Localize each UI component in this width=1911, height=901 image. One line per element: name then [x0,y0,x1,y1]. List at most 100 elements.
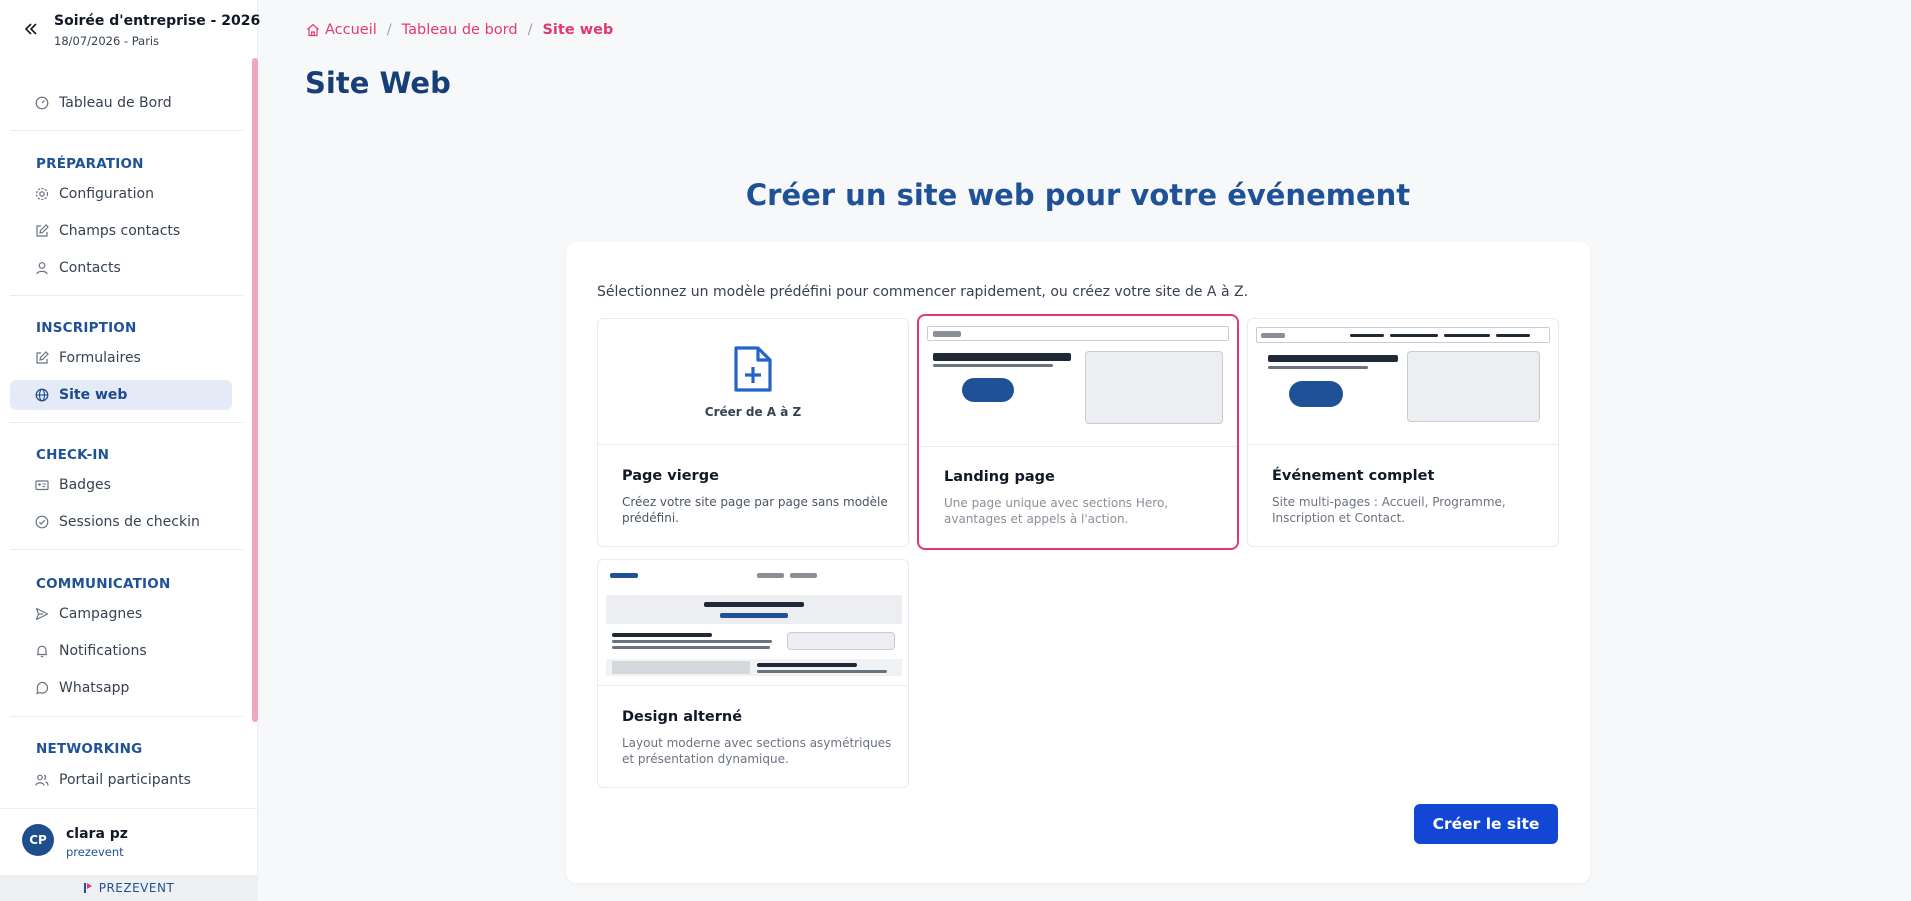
template-preview [1248,319,1558,445]
template-description: Layout moderne avec sections asymétrique… [622,736,892,766]
preview-text-line [612,640,772,643]
preview-text-line [612,633,712,637]
avatar: CP [22,824,54,856]
preview-nav-item [1350,334,1384,337]
sidebar-item-label: Site web [59,387,128,403]
sidebar-item-label: Tableau de Bord [59,95,172,111]
sidebar-item-badges[interactable]: Badges [10,470,232,500]
hero-title: Créer un site web pour votre événement [745,178,1411,212]
check-circle-icon [35,515,49,529]
sidebar-item-label: Whatsapp [59,680,130,696]
breadcrumb: Accueil / Tableau de bord / Site web [306,22,613,38]
preview-hero-accent [720,613,788,618]
preview-subheading [933,364,1053,367]
template-preview [598,560,908,686]
preview-logo [933,331,961,337]
sidebar-item-label: Portail participants [59,772,191,788]
template-landing-page[interactable]: Landing page Une page unique avec sectio… [917,314,1239,550]
gear-icon [35,187,49,201]
breadcrumb-home-label: Accueil [325,22,377,38]
globe-icon [35,388,49,402]
sidebar-item-notifications[interactable]: Notifications [10,636,232,666]
sidebar-scrollbar[interactable] [252,58,258,722]
sidebar-item-site-web[interactable]: Site web [10,380,232,410]
preview-heading [1268,355,1398,362]
sidebar-nav: Tableau de Bord PRÉPARATION Configuratio… [0,58,258,808]
user-profile[interactable]: CP clara pz prezevent [0,808,258,875]
sidebar-item-sessions-checkin[interactable]: Sessions de checkin [10,507,232,537]
divider [10,422,243,423]
event-subtitle: 18/07/2026 - Paris [54,34,160,48]
blank-page-preview-label: Créer de A à Z [704,405,802,419]
gauge-icon [35,96,49,110]
sidebar-item-label: Formulaires [59,350,141,366]
intro-text: Sélectionnez un modèle prédéfini pour co… [597,284,1249,300]
sidebar-item-dashboard[interactable]: Tableau de Bord [10,88,232,118]
breadcrumb-separator: / [527,22,533,38]
preview-image [1407,351,1540,422]
sidebar-item-label: Configuration [59,186,154,202]
prezevent-logo-icon [83,883,92,893]
section-preparation: PRÉPARATION [36,156,144,172]
sidebar-item-label: Champs contacts [59,223,181,239]
send-icon [35,607,49,621]
sidebar-item-campagnes[interactable]: Campagnes [10,599,232,629]
divider [10,130,243,131]
sidebar-item-contacts[interactable]: Contacts [10,253,232,283]
collapse-sidebar-button[interactable] [20,18,42,40]
edit-icon [35,351,49,365]
bell-icon [35,644,49,658]
template-picker-card: Sélectionnez un modèle prédéfini pour co… [566,242,1590,883]
sidebar-item-label: Campagnes [59,606,143,622]
user-icon [35,261,49,275]
section-networking: NETWORKING [36,741,143,757]
sidebar-item-champs-contacts[interactable]: Champs contacts [10,216,232,246]
brand-footer: PREZEVENT [0,875,258,901]
template-full-event[interactable]: Événement complet Site multi-pages : Acc… [1247,318,1559,547]
preview-nav-item [790,573,817,578]
breadcrumb-dashboard[interactable]: Tableau de bord [402,22,518,38]
breadcrumb-separator: / [386,22,392,38]
breadcrumb-current: Site web [542,22,614,38]
template-preview [919,316,1237,447]
preview-hero-band [606,595,902,624]
sidebar-header: Soirée d'entreprise - 2026 18/07/2026 - … [0,0,261,58]
preview-nav-item [1444,334,1490,337]
sidebar-item-formulaires[interactable]: Formulaires [10,343,232,373]
sidebar-item-label: Contacts [59,260,121,276]
preview-text-line [612,646,770,649]
preview-cta [962,378,1014,402]
preview-header-bar [927,326,1229,341]
preview-text-line [757,663,857,667]
sidebar-item-portail-participants[interactable]: Portail participants [10,765,232,795]
preview-image [612,661,750,674]
page-title: Site Web [305,66,451,100]
section-inscription: INSCRIPTION [36,320,137,336]
create-site-button[interactable]: Créer le site [1414,804,1558,844]
preview-image [787,632,895,650]
sidebar-item-whatsapp[interactable]: Whatsapp [10,673,232,703]
id-card-icon [35,478,49,492]
preview-nav-item [1390,334,1438,337]
template-description: Créez votre site page par page sans modè… [622,495,888,525]
divider [10,295,243,296]
preview-heading [933,353,1071,361]
preview-subheading [1268,366,1368,369]
home-icon [307,23,319,37]
template-alternate-design[interactable]: Design alterné Layout moderne avec secti… [597,559,909,788]
preview-cta [1289,381,1343,407]
divider [10,549,243,550]
breadcrumb-home[interactable]: Accueil [306,22,377,38]
sidebar-item-label: Badges [59,477,111,493]
preview-hero-heading [704,602,804,607]
brand-name: PREZEVENT [98,881,175,895]
template-blank-page[interactable]: Créer de A à Z Page vierge Créez votre s… [597,318,909,547]
preview-logo [610,573,638,578]
section-communication: COMMUNICATION [36,576,171,592]
file-plus-icon [734,346,772,392]
template-name: Page vierge [622,468,719,484]
event-title: Soirée d'entreprise - 2026 [54,13,261,29]
edit-icon [35,224,49,238]
sidebar-item-configuration[interactable]: Configuration [10,179,232,209]
sidebar-item-label: Notifications [59,643,147,659]
